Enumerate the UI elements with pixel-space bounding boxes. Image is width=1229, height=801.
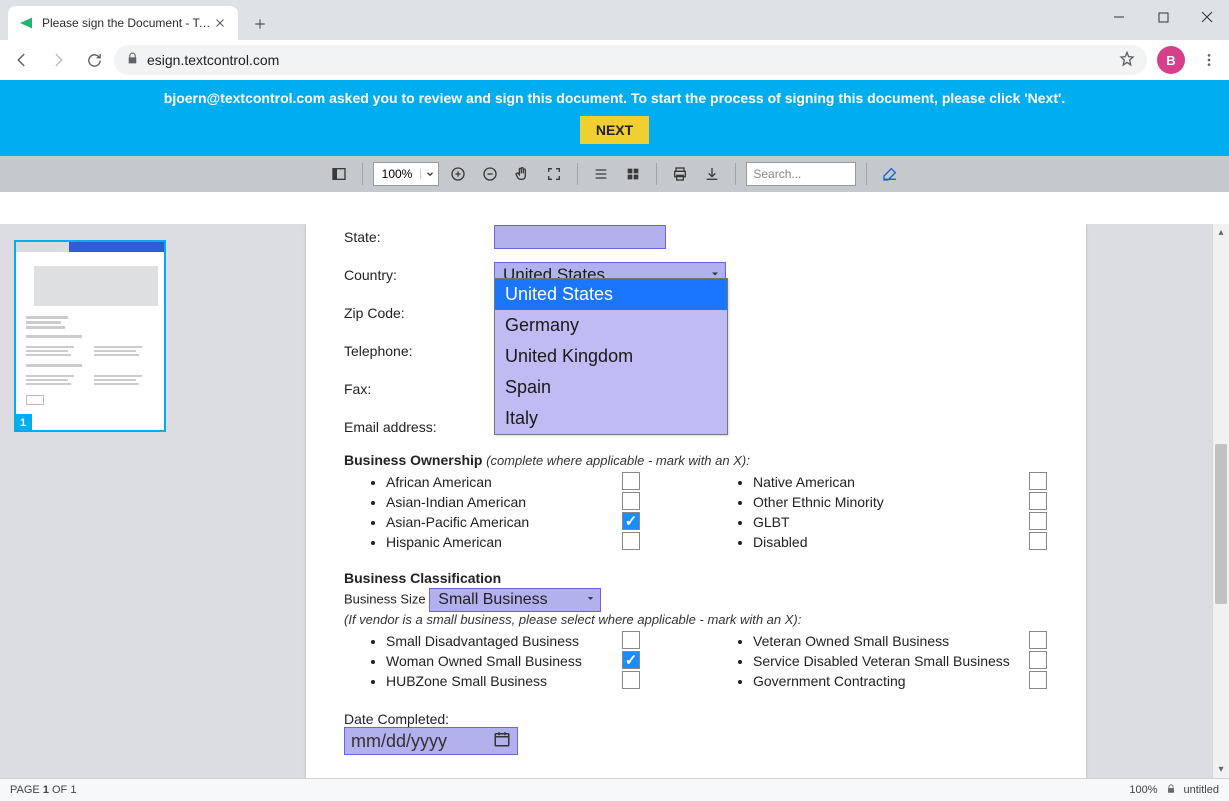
classification-item: Service Disabled Veteran Small Business bbox=[753, 651, 1048, 671]
minimize-button[interactable] bbox=[1097, 2, 1141, 32]
label-state: State: bbox=[344, 229, 494, 245]
label-fax: Fax: bbox=[344, 381, 494, 397]
sidebar-toggle-icon[interactable] bbox=[326, 162, 352, 186]
close-tab-icon[interactable] bbox=[212, 15, 228, 31]
address-bar: esign.textcontrol.com B bbox=[0, 40, 1229, 80]
classification-item: Government Contracting bbox=[753, 671, 1048, 691]
forward-button[interactable] bbox=[42, 44, 74, 76]
classification-checkbox[interactable] bbox=[1029, 631, 1047, 649]
ownership-item: GLBT bbox=[753, 512, 1048, 532]
classification-checkbox[interactable] bbox=[1029, 671, 1047, 689]
country-option[interactable]: United States bbox=[495, 279, 727, 310]
omnibox[interactable]: esign.textcontrol.com bbox=[114, 45, 1147, 75]
print-icon[interactable] bbox=[667, 162, 693, 186]
ownership-item: Native American bbox=[753, 472, 1048, 492]
thumb-page-number: 1 bbox=[14, 414, 32, 432]
back-button[interactable] bbox=[6, 44, 38, 76]
browser-tab[interactable]: Please sign the Document - Text bbox=[8, 6, 238, 40]
close-window-button[interactable] bbox=[1185, 2, 1229, 32]
label-email: Email address: bbox=[344, 419, 494, 435]
lock-icon bbox=[1166, 784, 1176, 797]
scroll-up-icon[interactable]: ▴ bbox=[1213, 224, 1229, 241]
banner-message: bjoern@textcontrol.com asked you to revi… bbox=[0, 90, 1229, 106]
tab-bar: Please sign the Document - Text bbox=[0, 0, 1229, 40]
chevron-down-icon bbox=[420, 169, 438, 179]
browser-chrome: Please sign the Document - Text esign.te… bbox=[0, 0, 1229, 80]
ownership-checkbox[interactable] bbox=[1029, 492, 1047, 510]
page-thumbnail[interactable]: 1 bbox=[14, 240, 166, 432]
ownership-checkbox[interactable] bbox=[1029, 512, 1047, 530]
country-dropdown: United States Germany United Kingdom Spa… bbox=[494, 278, 728, 435]
site-icon bbox=[18, 15, 34, 31]
ownership-checkbox[interactable] bbox=[622, 512, 640, 530]
ownership-heading: Business Ownership bbox=[344, 452, 482, 468]
country-option[interactable]: United Kingdom bbox=[495, 341, 727, 372]
label-country: Country: bbox=[344, 267, 494, 283]
content-area: 1 State: Country: United States Zip Code… bbox=[0, 224, 1229, 778]
omnibox-actions bbox=[1119, 51, 1135, 70]
ownership-checkbox[interactable] bbox=[622, 492, 640, 510]
ownership-item: Disabled bbox=[753, 532, 1048, 552]
status-bar: PAGE 1 OF 1 100% untitled bbox=[0, 778, 1229, 801]
tab-title: Please sign the Document - Text bbox=[42, 16, 212, 30]
classification-item: Veteran Owned Small Business bbox=[753, 631, 1048, 651]
reload-button[interactable] bbox=[78, 44, 110, 76]
viewer-toolbar: 100% Search... bbox=[0, 156, 1229, 192]
new-tab-button[interactable] bbox=[246, 10, 274, 38]
single-page-icon[interactable] bbox=[588, 162, 614, 186]
ownership-checkbox[interactable] bbox=[1029, 472, 1047, 490]
classification-checkbox[interactable] bbox=[622, 631, 640, 649]
date-completed-label: Date Completed: bbox=[344, 711, 1048, 727]
status-docname: untitled bbox=[1184, 784, 1219, 796]
lock-icon bbox=[126, 52, 139, 68]
classification-checkbox[interactable] bbox=[1029, 651, 1047, 669]
vertical-scrollbar[interactable]: ▴ ▾ bbox=[1212, 224, 1229, 778]
label-telephone: Telephone: bbox=[344, 343, 494, 359]
zoom-in-icon[interactable] bbox=[445, 162, 471, 186]
window-controls bbox=[1097, 0, 1229, 34]
zoom-value: 100% bbox=[374, 167, 421, 181]
thumbnail-panel: 1 bbox=[0, 224, 210, 778]
classification-checkbox[interactable] bbox=[622, 671, 640, 689]
classification-note: (If vendor is a small business, please s… bbox=[344, 612, 1048, 627]
status-zoom: 100% bbox=[1129, 784, 1157, 796]
country-option[interactable]: Spain bbox=[495, 372, 727, 403]
grid-view-icon[interactable] bbox=[620, 162, 646, 186]
download-icon[interactable] bbox=[699, 162, 725, 186]
chevron-down-icon bbox=[585, 591, 596, 609]
document-viewport[interactable]: State: Country: United States Zip Code: … bbox=[210, 224, 1229, 778]
zoom-select[interactable]: 100% bbox=[373, 162, 440, 186]
country-option[interactable]: Germany bbox=[495, 310, 727, 341]
maximize-button[interactable] bbox=[1141, 2, 1185, 32]
next-button[interactable]: NEXT bbox=[580, 116, 649, 144]
state-input[interactable] bbox=[494, 225, 666, 249]
business-size-label: Business Size bbox=[344, 591, 426, 606]
business-size-select[interactable]: Small Business bbox=[429, 588, 601, 612]
classification-heading: Business Classification bbox=[344, 570, 1048, 586]
signing-banner: bjoern@textcontrol.com asked you to revi… bbox=[0, 80, 1229, 156]
scroll-down-icon[interactable]: ▾ bbox=[1213, 761, 1229, 778]
page-status: PAGE 1 OF 1 bbox=[10, 784, 76, 796]
fullscreen-icon[interactable] bbox=[541, 162, 567, 186]
ownership-checkbox[interactable] bbox=[622, 472, 640, 490]
ownership-note: (complete where applicable - mark with a… bbox=[486, 453, 750, 468]
ownership-checkbox[interactable] bbox=[622, 532, 640, 550]
scroll-thumb[interactable] bbox=[1215, 444, 1227, 604]
date-input[interactable]: mm/dd/yyyy bbox=[344, 727, 518, 755]
browser-menu-button[interactable] bbox=[1195, 46, 1223, 74]
zoom-out-icon[interactable] bbox=[477, 162, 503, 186]
classification-checkbox[interactable] bbox=[622, 651, 640, 669]
pan-tool-icon[interactable] bbox=[509, 162, 535, 186]
document-page: State: Country: United States Zip Code: … bbox=[306, 224, 1086, 778]
bookmark-icon[interactable] bbox=[1119, 51, 1135, 70]
sign-pen-icon[interactable] bbox=[877, 162, 903, 186]
profile-avatar[interactable]: B bbox=[1157, 46, 1185, 74]
search-input[interactable]: Search... bbox=[746, 162, 856, 186]
ownership-item: Other Ethnic Minority bbox=[753, 492, 1048, 512]
country-option[interactable]: Italy bbox=[495, 403, 727, 434]
ownership-checkbox[interactable] bbox=[1029, 532, 1047, 550]
label-zip: Zip Code: bbox=[344, 305, 494, 321]
calendar-icon bbox=[493, 730, 511, 753]
url-text: esign.textcontrol.com bbox=[147, 52, 279, 68]
